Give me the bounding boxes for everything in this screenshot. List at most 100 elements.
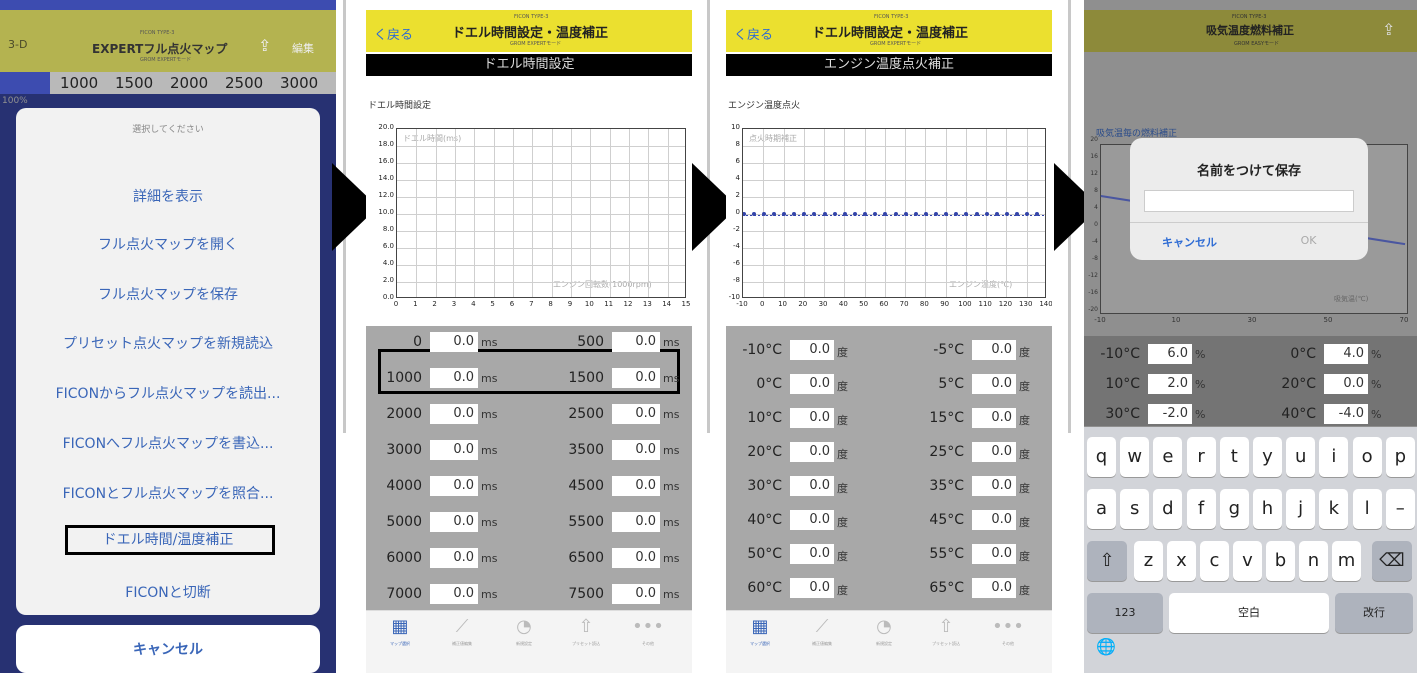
tab-gauge[interactable]: ◔ 新規設定 — [864, 613, 904, 647]
key-3[interactable]: f — [1186, 489, 1216, 529]
value-input[interactable]: 4.0 — [1324, 344, 1368, 364]
option-save-map[interactable]: フル点火マップを保存 — [16, 284, 320, 304]
value-input[interactable]: 0.0 — [430, 584, 478, 604]
shift-key[interactable]: ⇧ — [1087, 541, 1127, 581]
value-input[interactable]: 0.0 — [790, 408, 834, 428]
numbers-key[interactable]: 123 — [1087, 593, 1163, 633]
key-q[interactable]: q — [1087, 437, 1116, 477]
value-input[interactable]: 0.0 — [972, 476, 1016, 496]
value-input[interactable]: 0.0 — [612, 404, 660, 424]
value-input[interactable]: 0.0 — [612, 440, 660, 460]
key-b[interactable]: b — [1266, 541, 1295, 581]
key-9[interactable]: – — [1385, 489, 1415, 529]
back-button[interactable]: く戻る — [374, 24, 413, 43]
value-input[interactable]: 0.0 — [972, 510, 1016, 530]
value-input[interactable]: 0.0 — [612, 332, 660, 352]
value-input[interactable]: 0.0 — [790, 578, 834, 598]
key-6[interactable]: j — [1286, 489, 1316, 529]
value-input[interactable]: 0.0 — [430, 368, 478, 388]
value-input[interactable]: -4.0 — [1324, 404, 1368, 424]
return-key[interactable]: 改行 — [1335, 593, 1413, 633]
value-input[interactable]: 0.0 — [430, 440, 478, 460]
value-input[interactable]: 2.0 — [1148, 374, 1192, 394]
backspace-key[interactable]: ⌫ — [1372, 541, 1412, 581]
key-2[interactable]: d — [1153, 489, 1183, 529]
option-disconnect[interactable]: FICONと切断 — [16, 582, 320, 602]
value-input[interactable]: 0.0 — [430, 332, 478, 352]
key-r[interactable]: r — [1186, 437, 1216, 477]
tab-map-select[interactable]: ▦ マップ選択 — [380, 613, 420, 647]
edit-button[interactable]: 編集 — [292, 40, 314, 56]
value-input[interactable]: 0.0 — [1324, 374, 1368, 394]
value-input[interactable]: 0.0 — [972, 578, 1016, 598]
key-7[interactable]: k — [1319, 489, 1349, 529]
value-input[interactable]: 0.0 — [790, 544, 834, 564]
value-input[interactable]: 0.0 — [790, 374, 834, 394]
tab-graph[interactable]: ⟋ 補正値編集 — [802, 613, 842, 647]
key-8[interactable]: l — [1352, 489, 1382, 529]
value-input[interactable]: 0.0 — [972, 374, 1016, 394]
value-input[interactable]: 0.0 — [612, 548, 660, 568]
tab-graph[interactable]: ⟋ 補正値編集 — [442, 613, 482, 647]
key-5[interactable]: h — [1253, 489, 1282, 529]
row-label: 65°C — [929, 580, 964, 596]
globe-icon[interactable]: 🌐 — [1096, 637, 1116, 656]
value-input[interactable]: 0.0 — [972, 544, 1016, 564]
value-input[interactable]: 0.0 — [972, 408, 1016, 428]
key-p[interactable]: p — [1385, 437, 1415, 477]
value-input[interactable]: 0.0 — [430, 548, 478, 568]
key-v[interactable]: v — [1233, 541, 1262, 581]
key-i[interactable]: i — [1319, 437, 1349, 477]
value-input[interactable]: 0.0 — [972, 340, 1016, 360]
key-o[interactable]: o — [1352, 437, 1382, 477]
key-c[interactable]: c — [1200, 541, 1229, 581]
value-input[interactable]: 0.0 — [790, 442, 834, 462]
share-icon[interactable]: ⇪ — [1382, 20, 1395, 39]
value-input[interactable]: 0.0 — [430, 512, 478, 532]
key-w[interactable]: w — [1120, 437, 1150, 477]
key-1[interactable]: s — [1120, 489, 1150, 529]
option-read-from-ficon[interactable]: FICONからフル点火マップを読出... — [16, 383, 320, 403]
value-input[interactable]: 0.0 — [430, 404, 478, 424]
back-button[interactable]: く戻る — [734, 24, 773, 43]
name-input-field[interactable] — [1144, 190, 1354, 212]
key-4[interactable]: g — [1219, 489, 1249, 529]
tab-map-select[interactable]: ▦ マップ選択 — [740, 613, 780, 647]
dialog-cancel-button[interactable]: キャンセル — [1130, 234, 1249, 250]
value-input[interactable]: 0.0 — [790, 510, 834, 530]
cancel-button[interactable]: キャンセル — [16, 625, 320, 673]
key-z[interactable]: z — [1134, 541, 1163, 581]
key-u[interactable]: u — [1286, 437, 1316, 477]
value-input[interactable]: 0.0 — [612, 584, 660, 604]
tab-more[interactable]: ••• その他 — [628, 613, 668, 647]
key-y[interactable]: y — [1253, 437, 1282, 477]
value-input[interactable]: 0.0 — [612, 368, 660, 388]
key-x[interactable]: x — [1167, 541, 1196, 581]
share-icon[interactable]: ⇪ — [258, 36, 271, 55]
value-input[interactable]: 0.0 — [612, 512, 660, 532]
tab-upload[interactable]: ⇧ プリセット読込 — [566, 613, 606, 647]
option-write-to-ficon[interactable]: FICONへフル点火マップを書込... — [16, 433, 320, 453]
tab-more[interactable]: ••• その他 — [988, 613, 1028, 647]
key-n[interactable]: n — [1299, 541, 1328, 581]
value-input[interactable]: 0.0 — [972, 442, 1016, 462]
tab-gauge[interactable]: ◔ 新規設定 — [504, 613, 544, 647]
key-t[interactable]: t — [1219, 437, 1249, 477]
key-e[interactable]: e — [1153, 437, 1183, 477]
key-0[interactable]: a — [1087, 489, 1116, 529]
option-verify-with-ficon[interactable]: FICONとフル点火マップを照合... — [16, 483, 320, 503]
value-input[interactable]: -2.0 — [1148, 404, 1192, 424]
key-m[interactable]: m — [1332, 541, 1361, 581]
space-key[interactable]: 空白 — [1169, 593, 1329, 633]
tab-upload[interactable]: ⇧ プリセット読込 — [926, 613, 966, 647]
value-input[interactable]: 0.0 — [790, 340, 834, 360]
value-input[interactable]: 0.0 — [612, 476, 660, 496]
value-input[interactable]: 0.0 — [790, 476, 834, 496]
option-show-details[interactable]: 詳細を表示 — [16, 186, 320, 206]
dialog-ok-button[interactable]: OK — [1249, 234, 1368, 247]
value-input[interactable]: 6.0 — [1148, 344, 1192, 364]
option-open-map[interactable]: フル点火マップを開く — [16, 234, 320, 254]
value-input[interactable]: 0.0 — [430, 476, 478, 496]
option-load-preset[interactable]: プリセット点火マップを新規読込 — [16, 333, 320, 353]
map-3d-button[interactable]: 3-D — [8, 38, 27, 51]
